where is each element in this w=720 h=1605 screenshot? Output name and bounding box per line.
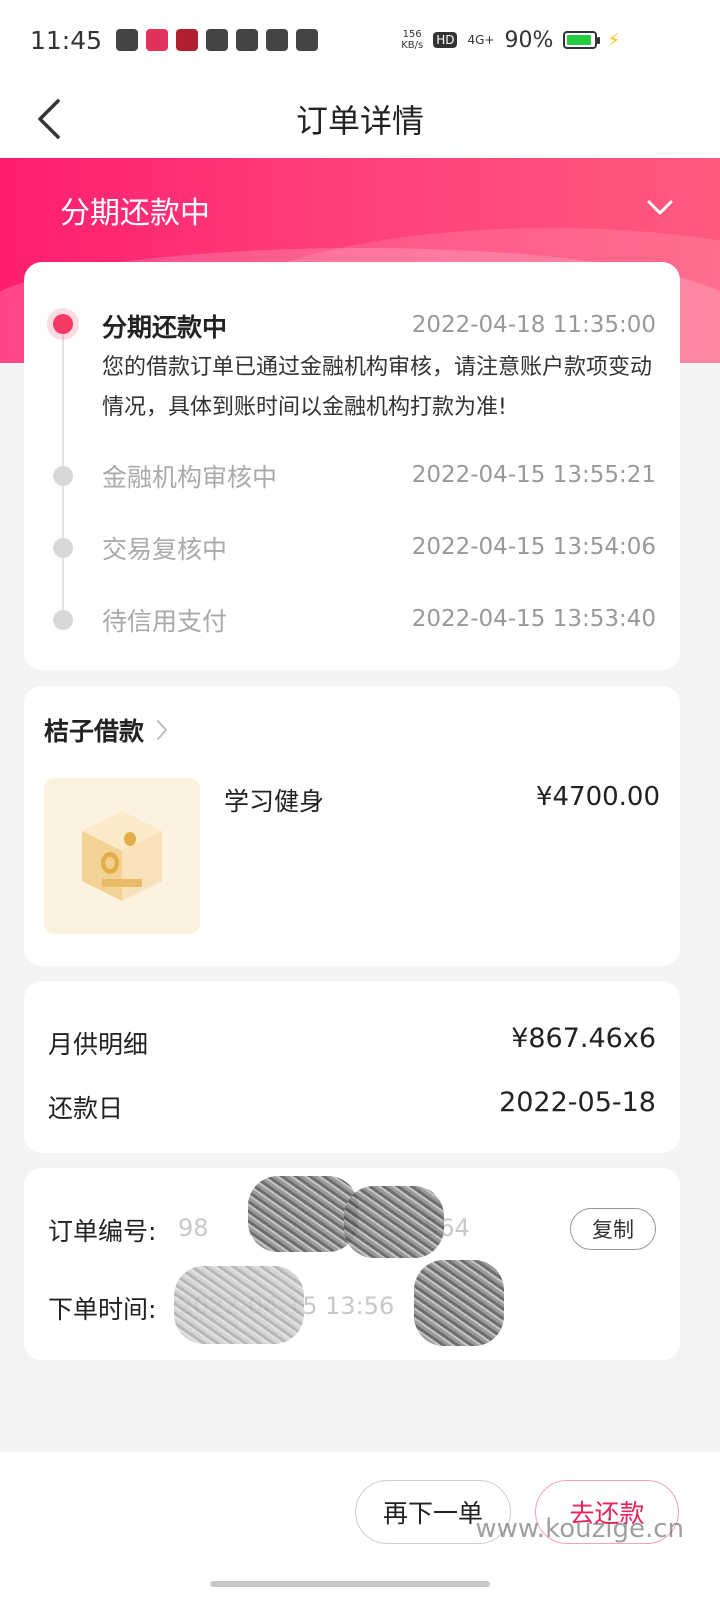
app-notification-icon — [176, 29, 199, 51]
app-notification-icon — [146, 29, 169, 51]
nav-bar: 订单详情 — [0, 80, 720, 158]
timeline-dot — [53, 538, 73, 558]
timeline-title: 待信用支付 — [102, 607, 228, 636]
timeline-dot — [53, 610, 73, 630]
expand-toggle[interactable] — [640, 188, 680, 228]
battery-icon — [563, 31, 601, 49]
redaction-scribble — [414, 1260, 504, 1346]
status-right: 156 KB/s HD 4G+ 90% ⚡ — [401, 0, 620, 80]
status-bar: 11:45 156 KB/s HD 4G+ 90% ⚡ — [0, 0, 720, 80]
product-card: 桔子借款 学习健身 ¥4700.00 — [24, 686, 680, 966]
timeline-dot — [53, 466, 73, 486]
copy-button[interactable]: 复制 — [570, 1208, 656, 1250]
merchant-name: 桔子借款 — [44, 717, 145, 746]
message-icon — [206, 29, 229, 51]
bottom-action-bar: 再下一单 去还款 www.kouzige.cn — [0, 1452, 720, 1605]
home-indicator[interactable] — [210, 1581, 490, 1587]
product-image — [44, 778, 200, 934]
timeline-time: 2022-04-18 11:35:00 — [411, 312, 656, 338]
redaction-scribble — [248, 1176, 358, 1252]
status-time: 11:45 — [30, 25, 103, 55]
iqiyi-icon — [266, 29, 289, 51]
order-number-partial: 98 — [178, 1214, 209, 1242]
back-button[interactable] — [22, 92, 76, 146]
coin-box-icon — [82, 811, 162, 901]
alipay-icon — [296, 29, 319, 51]
timeline-title: 金融机构审核中 — [102, 463, 278, 492]
merchant-link[interactable]: 桔子借款 — [44, 712, 168, 748]
due-date-label: 还款日 — [48, 1094, 124, 1123]
timeline-time: 2022-04-15 13:53:40 — [411, 606, 656, 632]
monthly-value: ¥867.46x6 — [511, 1023, 656, 1054]
progress-timeline-card: 分期还款中 2022-04-18 11:35:00 您的借款订单已通过金融机构审… — [24, 262, 680, 670]
charging-icon: ⚡ — [607, 29, 620, 51]
order-time-label: 下单时间: — [48, 1295, 157, 1324]
notification-icons — [116, 29, 319, 51]
monthly-label: 月供明细 — [48, 1030, 149, 1059]
video-icon — [236, 29, 259, 51]
order-status: 分期还款中 — [60, 196, 210, 231]
redaction-scribble — [174, 1266, 304, 1344]
order-info-card: 订单编号: 98 564 复制 下单时间: 2022-04-15 13:56 — [24, 1168, 680, 1360]
hd-badge: HD — [433, 32, 458, 48]
timeline-title: 交易复核中 — [102, 535, 228, 564]
timeline-time: 2022-04-15 13:54:06 — [411, 534, 656, 560]
chevron-down-icon — [647, 200, 673, 215]
signal-icon: 4G+ — [467, 33, 495, 47]
timeline-dot-active — [53, 314, 73, 334]
watermark: www.kouzige.cn — [475, 1514, 684, 1544]
timeline-title: 分期还款中 — [102, 313, 228, 342]
weibo-icon — [116, 29, 139, 51]
page-title: 订单详情 — [295, 102, 424, 140]
product-price: ¥4700.00 — [535, 782, 660, 812]
timeline-time: 2022-04-15 13:55:21 — [411, 462, 656, 488]
timeline-description: 您的借款订单已通过金融机构审核，请注意账户款项变动情况，具体到账时间以金融机构打… — [102, 355, 653, 420]
back-arrow-icon — [38, 99, 60, 139]
net-speed: 156 KB/s — [401, 29, 424, 51]
order-number-label: 订单编号: — [48, 1217, 157, 1246]
battery-percent: 90% — [504, 27, 554, 53]
product-name: 学习健身 — [224, 787, 325, 816]
chevron-right-icon — [157, 720, 168, 740]
redaction-scribble — [344, 1186, 444, 1258]
due-date-value: 2022-05-18 — [499, 1087, 656, 1118]
repayment-card: 月供明细 ¥867.46x6 还款日 2022-05-18 — [24, 981, 680, 1153]
